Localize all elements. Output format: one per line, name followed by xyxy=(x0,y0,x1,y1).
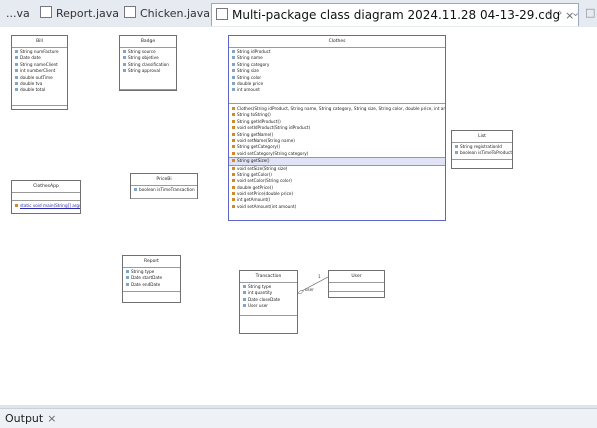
tab-label: Report.java xyxy=(56,7,120,20)
tab-output[interactable]: Output × xyxy=(5,412,56,425)
chevron-left-icon[interactable]: ‹ xyxy=(546,6,550,19)
tab-chicken-java[interactable]: Chicken.java× xyxy=(124,3,224,25)
diagram-canvas[interactable]: Bill String numFacture Date date String nam… xyxy=(0,27,597,405)
editor-tab-bar: ...va Report.java Chicken.java× Multi-pa… xyxy=(0,0,597,28)
output-panel-bar: Output × xyxy=(0,408,597,428)
tab-label: Output xyxy=(5,412,44,425)
tab-report-java[interactable]: Report.java xyxy=(40,3,119,25)
association-multiplicity-label: 1 xyxy=(318,274,321,279)
aggregation-diamond xyxy=(297,290,304,295)
close-icon[interactable]: × xyxy=(47,412,56,425)
tab-label: ...va xyxy=(6,7,30,20)
tab-truncated[interactable]: ...va xyxy=(6,3,30,25)
chevron-down-icon[interactable]: ⌄ xyxy=(571,6,580,19)
java-file-icon xyxy=(124,6,136,18)
tab-class-diagram[interactable]: Multi-package class diagram 2024.11.28 0… xyxy=(211,3,580,26)
association-role-label: user xyxy=(305,287,314,292)
chevron-right-icon[interactable]: › xyxy=(558,6,562,19)
tab-label: Chicken.java xyxy=(140,7,211,20)
diagram-file-icon xyxy=(216,8,228,20)
association-connector: user 1 xyxy=(297,274,329,295)
java-file-icon xyxy=(40,6,52,18)
maximize-icon[interactable]: □ xyxy=(585,6,595,19)
tab-label: Multi-package class diagram 2024.11.28 0… xyxy=(232,8,561,22)
